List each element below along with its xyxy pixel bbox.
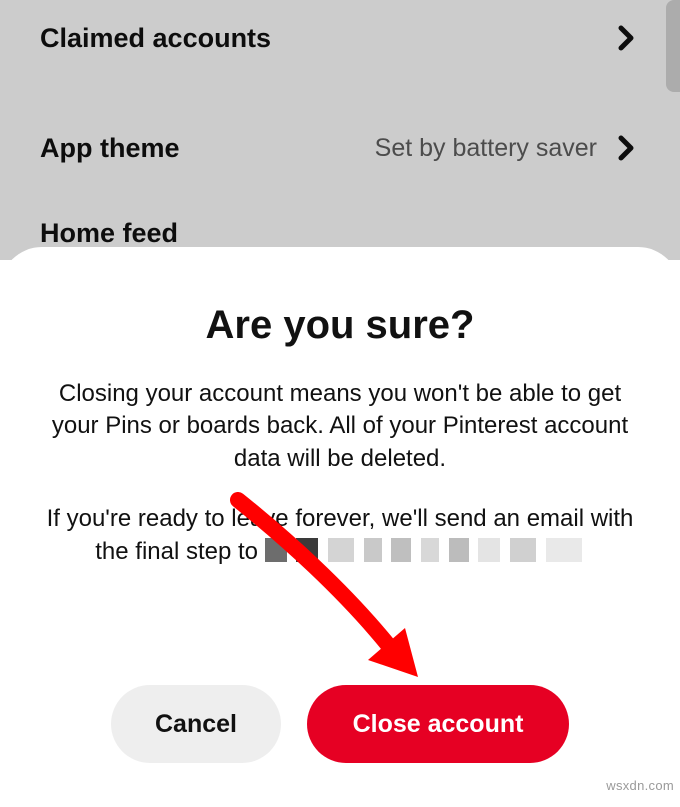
page-background: Claimed accounts App theme Set by batter… [0,0,680,807]
cancel-button[interactable]: Cancel [111,685,281,763]
modal-body-1: Closing your account means you won't be … [40,378,640,475]
modal-body-2: If you're ready to leave forever, we'll … [40,503,640,568]
backdrop-dimmer [0,0,680,260]
modal-title: Are you sure? [40,303,640,348]
watermark: wsxdn.com [606,778,674,793]
redacted-email [265,538,585,562]
close-account-button[interactable]: Close account [307,685,569,763]
confirm-close-account-sheet: Are you sure? Closing your account means… [0,247,680,807]
modal-button-row: Cancel Close account [0,685,680,763]
